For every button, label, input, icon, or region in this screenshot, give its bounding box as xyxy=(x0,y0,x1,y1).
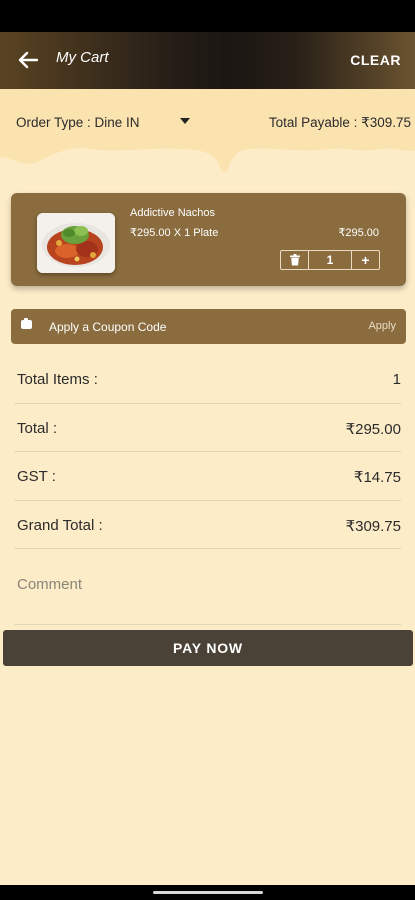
cart-item-card: Addictive Nachos ₹295.00 X 1 Plate ₹295.… xyxy=(11,193,406,286)
comment-underline xyxy=(14,624,401,625)
coupon-bar[interactable]: Apply a Coupon Code Apply xyxy=(11,309,406,344)
quantity-stepper: 1 + xyxy=(280,250,380,270)
clear-cart-button[interactable]: CLEAR xyxy=(350,52,401,68)
status-bar xyxy=(0,0,415,32)
wave-background xyxy=(0,89,415,172)
item-total-price: ₹295.00 xyxy=(338,227,379,239)
coupon-label: Apply a Coupon Code xyxy=(49,320,167,334)
back-button[interactable] xyxy=(14,46,42,74)
app-bar: My Cart CLEAR xyxy=(0,32,415,89)
summary-label: GST : xyxy=(17,468,56,485)
order-type-selector[interactable]: Order Type : Dine IN xyxy=(16,115,140,130)
pay-now-button[interactable]: PAY NOW xyxy=(3,630,413,666)
caret-down-icon[interactable] xyxy=(180,118,190,124)
item-image xyxy=(37,213,115,273)
item-name: Addictive Nachos xyxy=(130,207,215,219)
delete-item-button[interactable] xyxy=(281,251,309,269)
total-payable: Total Payable : ₹309.75 xyxy=(268,115,411,130)
summary-label: Total : xyxy=(17,419,58,437)
arrow-left-icon xyxy=(18,51,38,69)
comment-field[interactable]: Comment xyxy=(17,576,82,593)
home-gesture-handle[interactable] xyxy=(153,891,263,894)
summary-row-total-items: Total Items : 1 xyxy=(14,355,401,404)
summary-value: ₹14.75 xyxy=(353,469,401,486)
item-unit-price: ₹295.00 X 1 Plate xyxy=(130,227,219,239)
summary-row-grand-total: Grand Total : ₹309.75 xyxy=(14,501,401,549)
summary-row-gst: GST : ₹14.75 xyxy=(14,452,401,501)
order-summary: Total Items : 1 Total : ₹295.00 GST : ₹1… xyxy=(0,355,415,549)
page-title: My Cart xyxy=(56,49,109,66)
order-info-band: Order Type : Dine IN Total Payable : ₹30… xyxy=(0,89,415,179)
summary-label: Grand Total : xyxy=(17,516,103,534)
summary-value: 1 xyxy=(392,371,401,388)
trash-icon xyxy=(289,254,300,266)
summary-row-total: Total : ₹295.00 xyxy=(14,404,401,452)
apply-coupon-button[interactable]: Apply xyxy=(368,320,396,332)
summary-value: ₹295.00 xyxy=(345,420,401,438)
summary-label: Total Items : xyxy=(17,371,98,388)
increase-quantity-button[interactable]: + xyxy=(351,251,379,269)
summary-value: ₹309.75 xyxy=(345,517,401,535)
quantity-value: 1 xyxy=(326,253,334,267)
coupon-icon xyxy=(21,318,32,329)
